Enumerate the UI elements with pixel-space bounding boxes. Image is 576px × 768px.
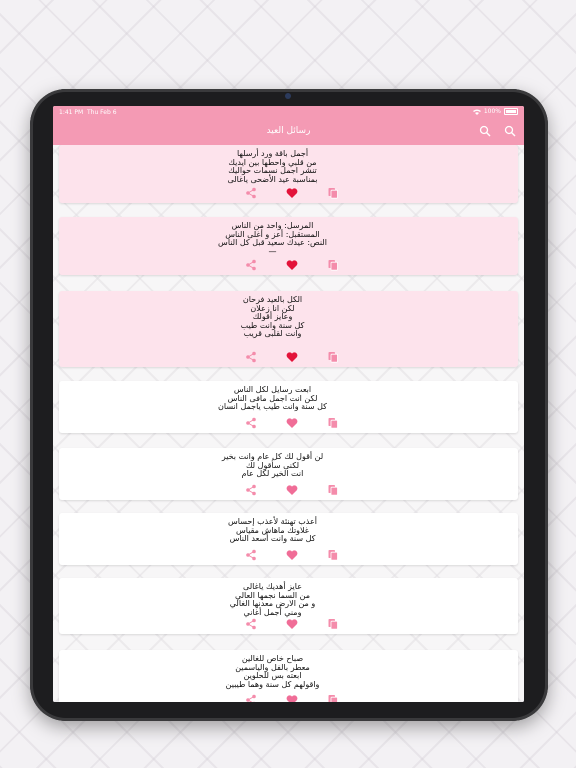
favorite-heart-icon[interactable] bbox=[286, 259, 298, 271]
message-text: أجمل باقة ورد أرسلها من قلبي واحطها بين … bbox=[227, 149, 318, 184]
message-actions bbox=[59, 187, 518, 199]
battery-percent: 100% bbox=[483, 108, 501, 115]
favorite-heart-icon[interactable] bbox=[286, 618, 298, 630]
message-text: المرسل: واحد من الناس المستقبل: أعز و أغ… bbox=[218, 221, 327, 256]
favorite-heart-icon[interactable] bbox=[286, 549, 298, 561]
copy-icon[interactable] bbox=[327, 417, 339, 429]
message-actions bbox=[59, 351, 518, 363]
favorite-heart-icon[interactable] bbox=[286, 351, 298, 363]
share-icon[interactable] bbox=[245, 484, 257, 496]
copy-icon[interactable] bbox=[327, 618, 339, 630]
battery-icon bbox=[504, 108, 518, 115]
favorite-heart-icon[interactable] bbox=[286, 484, 298, 496]
copy-icon[interactable] bbox=[327, 187, 339, 199]
favorite-heart-icon[interactable] bbox=[286, 417, 298, 429]
status-date: Thu Feb 6 bbox=[87, 109, 117, 116]
favorite-heart-icon[interactable] bbox=[286, 694, 298, 702]
copy-icon[interactable] bbox=[327, 484, 339, 496]
message-text: عايز أهديك ياغالى من السما نجمها العالي … bbox=[229, 582, 316, 617]
message-text: لن أقول لك كل عام وانت بخير لكنى سأقول ل… bbox=[221, 452, 324, 478]
share-icon[interactable] bbox=[245, 351, 257, 363]
status-bar: 1:41 PM Thu Feb 6 100% bbox=[53, 106, 524, 118]
wifi-icon bbox=[472, 109, 481, 115]
message-card[interactable]: ابعت رسايل لكل الناس لكن انت اجمل مافى ا… bbox=[59, 381, 518, 433]
share-icon[interactable] bbox=[245, 618, 257, 630]
message-card[interactable]: أجمل باقة ورد أرسلها من قلبي واحطها بين … bbox=[59, 145, 518, 203]
app-screen: 1:41 PM Thu Feb 6 100% رسائل العيد أجمل … bbox=[53, 106, 524, 702]
message-text: الكل بالعيد فرحان لكن انا زعلان وعايز أق… bbox=[240, 295, 305, 338]
message-actions bbox=[59, 694, 518, 702]
front-camera bbox=[285, 93, 291, 99]
share-icon[interactable] bbox=[245, 259, 257, 271]
messages-list[interactable]: أجمل باقة ورد أرسلها من قلبي واحطها بين … bbox=[53, 145, 524, 702]
share-icon[interactable] bbox=[245, 187, 257, 199]
message-card[interactable]: لن أقول لك كل عام وانت بخير لكنى سأقول ل… bbox=[59, 448, 518, 500]
share-icon[interactable] bbox=[245, 549, 257, 561]
status-time: 1:41 PM bbox=[59, 109, 84, 116]
page-title: رسائل العيد bbox=[266, 126, 311, 136]
favorite-heart-icon[interactable] bbox=[286, 187, 298, 199]
copy-icon[interactable] bbox=[327, 694, 339, 702]
message-text: أعذب تهنئة لأعذب إحساس غلاوتك ماهاش مقيا… bbox=[228, 517, 317, 543]
message-actions bbox=[59, 484, 518, 496]
message-card[interactable]: صباح خاص للغالين معطر بالفل والياسمين اب… bbox=[59, 650, 518, 702]
copy-icon[interactable] bbox=[327, 549, 339, 561]
message-actions bbox=[59, 549, 518, 561]
message-card[interactable]: المرسل: واحد من الناس المستقبل: أعز و أغ… bbox=[59, 217, 518, 275]
status-right: 100% bbox=[472, 108, 518, 115]
message-card[interactable]: عايز أهديك ياغالى من السما نجمها العالي … bbox=[59, 578, 518, 634]
message-actions bbox=[59, 618, 518, 630]
share-icon[interactable] bbox=[245, 417, 257, 429]
message-actions bbox=[59, 259, 518, 271]
nav-bar: رسائل العيد bbox=[53, 118, 524, 145]
copy-icon[interactable] bbox=[327, 259, 339, 271]
share-icon[interactable] bbox=[245, 694, 257, 702]
message-card[interactable]: الكل بالعيد فرحان لكن انا زعلان وعايز أق… bbox=[59, 291, 518, 367]
message-text: صباح خاص للغالين معطر بالفل والياسمين اب… bbox=[225, 654, 320, 689]
message-actions bbox=[59, 417, 518, 429]
copy-icon[interactable] bbox=[327, 351, 339, 363]
message-card[interactable]: أعذب تهنئة لأعذب إحساس غلاوتك ماهاش مقيا… bbox=[59, 513, 518, 565]
message-text: ابعت رسايل لكل الناس لكن انت اجمل مافى ا… bbox=[218, 385, 327, 411]
